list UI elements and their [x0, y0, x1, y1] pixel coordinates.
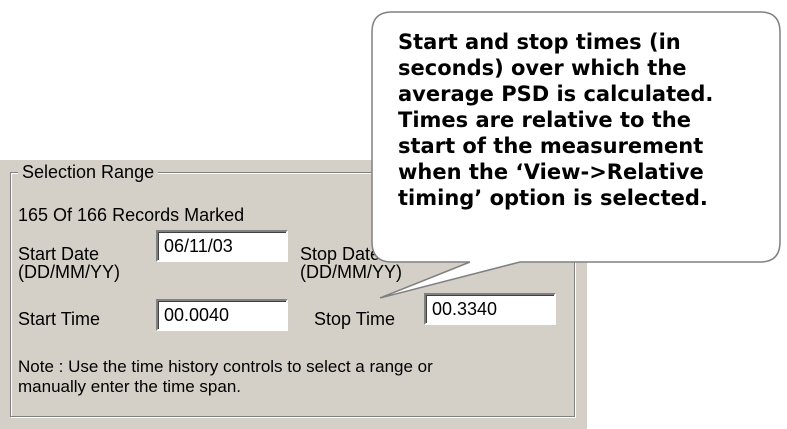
- callout-line-3: average PSD is calculated.: [398, 82, 714, 106]
- callout-line-1: Start and stop times (in: [398, 30, 681, 54]
- callout-line-5: start of the measurement: [398, 134, 704, 158]
- callout-line-2: seconds) over which the: [398, 56, 687, 80]
- callout-line-6: when the ‘View->Relative: [398, 160, 704, 184]
- callout-line-4: Times are relative to the: [398, 108, 691, 132]
- callout-text: Start and stop times (in seconds) over w…: [398, 29, 768, 211]
- callout-line-7: timing’ option is selected.: [398, 186, 708, 210]
